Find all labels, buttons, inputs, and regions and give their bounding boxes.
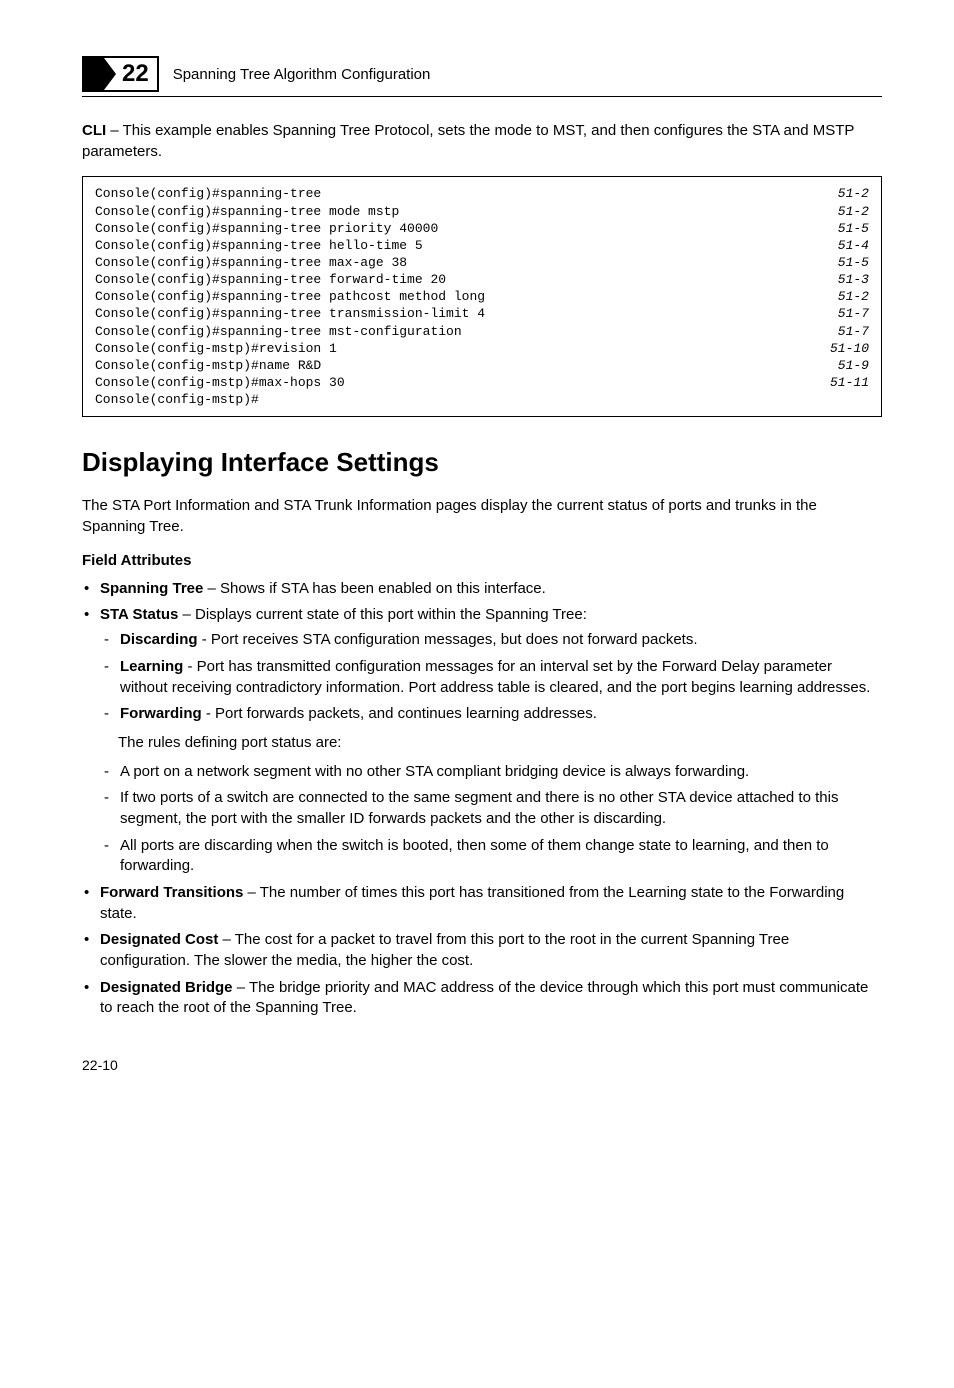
code-command: Console(config)#spanning-tree hello-time… (95, 237, 423, 254)
rule-text: A port on a network segment with no othe… (120, 763, 749, 780)
code-command: Console(config)#spanning-tree mode mstp (95, 203, 399, 220)
sta-sub-list: Discarding - Port receives STA configura… (100, 630, 882, 725)
code-command: Console(config-mstp)#name R&D (95, 357, 321, 374)
code-command: Console(config)#spanning-tree pathcost m… (95, 288, 485, 305)
code-reference: 51-5 (818, 254, 869, 271)
page-number: 22-10 (82, 1057, 882, 1073)
code-command: Console(config-mstp)# (95, 391, 259, 408)
page-header: 22 Spanning Tree Algorithm Configuration (82, 56, 882, 92)
attr-label: Forward Transitions (100, 884, 243, 901)
rule-text: All ports are discarding when the switch… (120, 837, 829, 875)
sub-label: Forwarding (120, 705, 202, 722)
cli-intro: CLI – This example enables Spanning Tree… (82, 121, 882, 162)
code-reference: 51-7 (818, 323, 869, 340)
rules-list: A port on a network segment with no othe… (100, 762, 882, 877)
code-command: Console(config)#spanning-tree (95, 185, 321, 202)
code-line: Console(config)#spanning-tree mode mstp 5… (95, 203, 869, 220)
code-reference: 51-11 (810, 374, 869, 391)
list-item: Designated Cost – The cost for a packet … (82, 930, 882, 971)
code-line: Console(config)#spanning-tree pathcost m… (95, 288, 869, 305)
field-attributes-heading: Field Attributes (82, 552, 882, 569)
code-line: Console(config)#spanning-tree forward-ti… (95, 271, 869, 288)
code-reference (849, 391, 869, 408)
section-heading: Displaying Interface Settings (82, 447, 882, 478)
code-command: Console(config)#spanning-tree max-age 38 (95, 254, 407, 271)
code-reference: 51-2 (818, 288, 869, 305)
cli-text: – This example enables Spanning Tree Pro… (82, 122, 854, 160)
attr-label: Designated Cost (100, 931, 218, 948)
code-command: Console(config-mstp)#max-hops 30 (95, 374, 345, 391)
sub-text: - Port has transmitted configuration mes… (120, 658, 870, 696)
sub-text: - Port receives STA configuration messag… (198, 631, 698, 648)
code-command: Console(config)#spanning-tree priority 4… (95, 220, 438, 237)
code-reference: 51-9 (818, 357, 869, 374)
header-divider (82, 96, 882, 97)
attr-text: – Shows if STA has been enabled on this … (203, 580, 545, 597)
code-line: Console(config)#spanning-tree hello-time… (95, 237, 869, 254)
list-item: A port on a network segment with no othe… (100, 762, 882, 783)
code-line: Console(config-mstp)#name R&D 51-9 (95, 357, 869, 374)
list-item: Learning - Port has transmitted configur… (100, 657, 882, 698)
code-line: Console(config)#spanning-tree max-age 38… (95, 254, 869, 271)
attr-label: STA Status (100, 606, 178, 623)
sub-text: - Port forwards packets, and continues l… (202, 705, 597, 722)
section-intro: The STA Port Information and STA Trunk I… (82, 496, 882, 537)
sub-label: Learning (120, 658, 183, 675)
attr-text: – Displays current state of this port wi… (178, 606, 587, 623)
list-item: Spanning Tree – Shows if STA has been en… (82, 579, 882, 600)
code-line: Console(config-mstp)#revision 1 51-10 (95, 340, 869, 357)
code-command: Console(config)#spanning-tree mst-config… (95, 323, 462, 340)
code-command: Console(config)#spanning-tree forward-ti… (95, 271, 446, 288)
code-reference: 51-2 (818, 185, 869, 202)
list-item: If two ports of a switch are connected t… (100, 788, 882, 829)
code-reference: 51-10 (810, 340, 869, 357)
list-item: Forwarding - Port forwards packets, and … (100, 704, 882, 725)
code-line: Console(config)#spanning-tree mst-config… (95, 323, 869, 340)
attr-label: Designated Bridge (100, 979, 233, 996)
sub-label: Discarding (120, 631, 198, 648)
rule-text: If two ports of a switch are connected t… (120, 789, 838, 827)
code-line: Console(config)#spanning-tree transmissi… (95, 305, 869, 322)
attribute-list: Spanning Tree – Shows if STA has been en… (82, 579, 882, 1019)
attr-label: Spanning Tree (100, 580, 203, 597)
code-reference: 51-7 (818, 305, 869, 322)
list-item: Designated Bridge – The bridge priority … (82, 978, 882, 1019)
rules-intro: The rules defining port status are: (118, 733, 882, 754)
code-command: Console(config-mstp)#revision 1 (95, 340, 337, 357)
code-line: Console(config)#spanning-tree priority 4… (95, 220, 869, 237)
list-item: Discarding - Port receives STA configura… (100, 630, 882, 651)
code-block: Console(config)#spanning-tree51-2Console… (82, 176, 882, 417)
arrow-icon (84, 58, 104, 90)
code-reference: 51-2 (818, 203, 869, 220)
chapter-badge: 22 (82, 56, 159, 92)
code-reference: 51-3 (818, 271, 869, 288)
list-item: All ports are discarding when the switch… (100, 836, 882, 877)
code-reference: 51-5 (818, 220, 869, 237)
code-line: Console(config)#spanning-tree 51-2 (95, 185, 869, 202)
code-command: Console(config)#spanning-tree transmissi… (95, 305, 485, 322)
code-line: Console(config-mstp)#max-hops 30 51-11 (95, 374, 869, 391)
chapter-title: Spanning Tree Algorithm Configuration (173, 66, 431, 83)
code-reference: 51-4 (818, 237, 869, 254)
cli-label: CLI (82, 122, 106, 139)
list-item: STA Status – Displays current state of t… (82, 605, 882, 877)
code-line: Console(config-mstp)# (95, 391, 869, 408)
list-item: Forward Transitions – The number of time… (82, 883, 882, 924)
